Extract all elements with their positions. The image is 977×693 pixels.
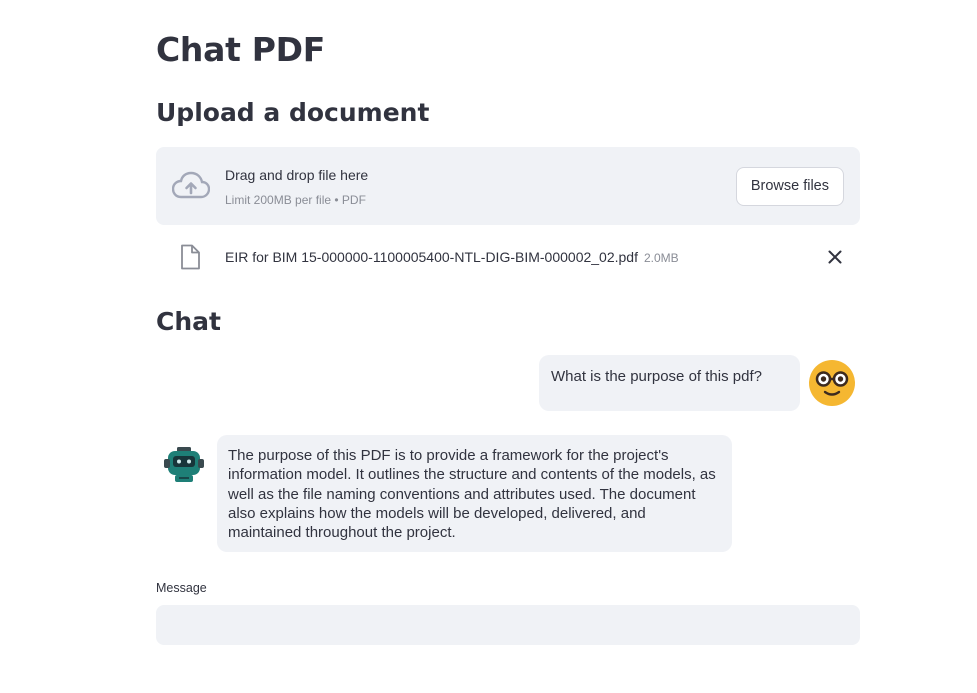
upload-heading: Upload a document: [156, 98, 430, 127]
cloud-upload-icon: [172, 171, 210, 199]
message-label: Message: [156, 581, 207, 595]
user-message: What is the purpose of this pdf?: [539, 355, 800, 411]
file-name: EIR for BIM 15-000000-1100005400-NTL-DIG…: [225, 249, 638, 265]
file-icon: [181, 244, 200, 270]
app-title: Chat PDF: [156, 30, 325, 69]
dropzone-instructions: Drag and drop file here: [225, 167, 369, 183]
message-input[interactable]: [156, 605, 860, 645]
assistant-avatar-icon: [164, 447, 204, 482]
browse-files-button[interactable]: Browse files: [735, 167, 844, 206]
file-dropzone[interactable]: Drag and drop file here Limit 200MB per …: [156, 147, 860, 225]
remove-file-icon[interactable]: [828, 250, 842, 264]
assistant-message: The purpose of this PDF is to provide a …: [217, 435, 732, 552]
uploaded-file: EIR for BIM 15-000000-1100005400-NTL-DIG…: [156, 242, 860, 274]
dropzone-limit: Limit 200MB per file • PDF: [225, 193, 366, 207]
user-avatar-icon: [809, 360, 855, 406]
file-name-text: EIR for BIM 15-000000-1100005400-NTL-DIG…: [225, 249, 679, 265]
chat-heading: Chat: [156, 307, 221, 336]
file-size: 2.0MB: [643, 251, 679, 265]
main-container: Chat PDF Upload a document Drag and drop…: [0, 0, 977, 693]
